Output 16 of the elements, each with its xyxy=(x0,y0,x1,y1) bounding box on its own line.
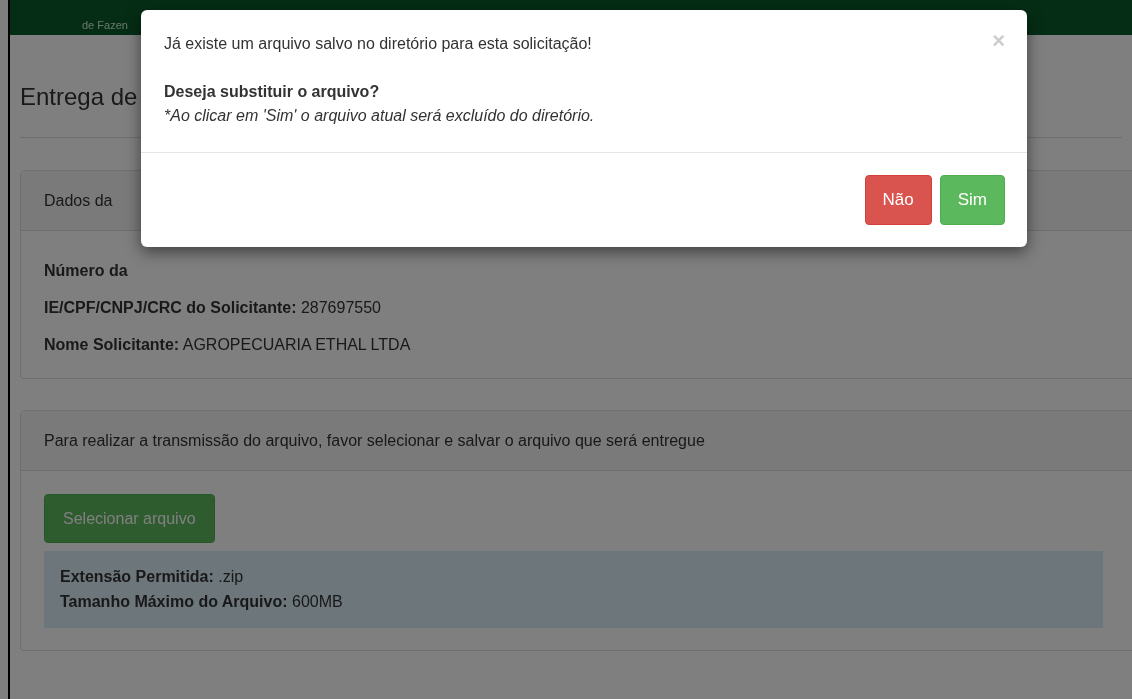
header-text: de Fazen xyxy=(82,17,128,33)
info-text: Extensão Permitida: .zip xyxy=(60,567,245,587)
field-text: Número da xyxy=(44,261,129,281)
dialog-question: Deseja substituir o arquivo? xyxy=(164,82,380,102)
select-file-button[interactable]: Selecionar arquivo xyxy=(44,494,215,543)
field-text: IE/CPF/CNPJ/CRC do Solicitante: 287697550 xyxy=(44,298,382,318)
dialog-button[interactable]: Sim xyxy=(939,175,1005,225)
dialog-button[interactable]: Não xyxy=(864,175,932,225)
dialog-note: *Ao clicar em 'Sim' o arquivo atual será excluído do diretório. xyxy=(164,106,595,126)
page-title: Entrega de xyxy=(20,82,138,112)
close-button[interactable]: × xyxy=(992,30,1005,52)
field-text: Nome Solicitante: AGROPECUARIA ETHAL LTDA xyxy=(44,335,412,355)
panel-title: Dados da xyxy=(44,190,113,211)
panel-title: Para realizar a transmissão do arquivo, favor selecionar e salvar o arquivo que será entregue xyxy=(44,430,705,451)
dialog-message: Já existe um arquivo salvo no diretório para esta solicitação! xyxy=(164,34,592,54)
info-text: Tamanho Máximo do Arquivo: 600MB xyxy=(60,592,344,612)
